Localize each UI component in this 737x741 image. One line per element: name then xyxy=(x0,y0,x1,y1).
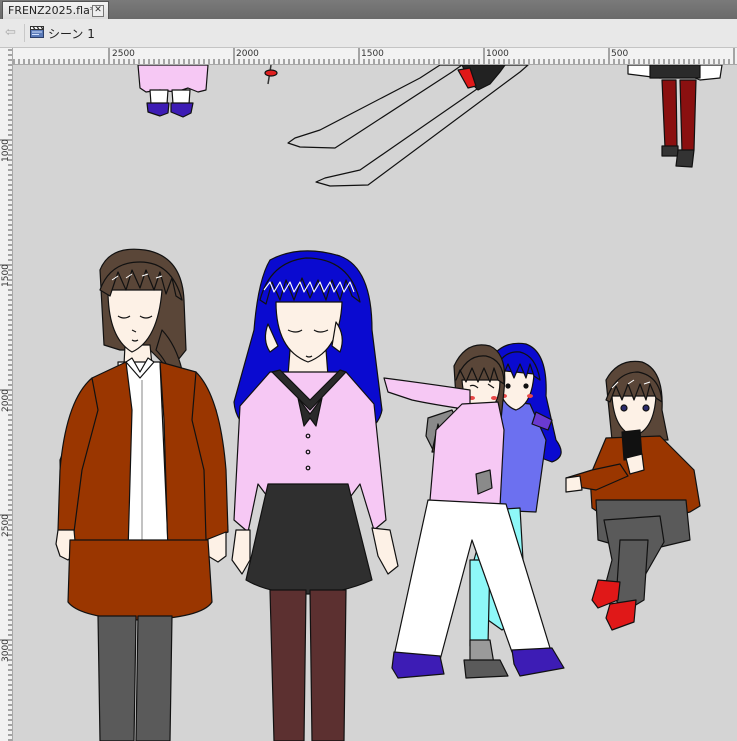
arrow-left-icon[interactable]: ⇦ xyxy=(5,25,16,40)
ruler-label-2000: 2000 xyxy=(236,49,259,59)
ruler-label-1500: 1500 xyxy=(361,49,384,59)
skis xyxy=(287,65,529,187)
document-tab-label: FRENZ2025.fla* xyxy=(8,4,96,17)
ruler-label-v2500: 2500 xyxy=(1,514,11,537)
ruler-label-1000: 1000 xyxy=(486,49,509,59)
scene-navigation-bar: ⇦ シーン 1 xyxy=(0,19,737,48)
close-icon[interactable]: ✕ xyxy=(92,5,104,17)
two-girls-hugging xyxy=(383,342,565,679)
toolbar-divider xyxy=(24,24,25,42)
horizontal-ruler[interactable]: 2500 2000 1500 1000 500 xyxy=(12,48,737,65)
document-tab-bar: FRENZ2025.fla* ✕ xyxy=(0,0,737,19)
stage-artwork xyxy=(55,65,723,741)
ruler-label-v1000: 1000 xyxy=(1,139,11,162)
clapperboard-icon xyxy=(30,26,44,38)
girl-sitting-with-phone xyxy=(565,360,701,631)
document-tab[interactable]: FRENZ2025.fla* ✕ xyxy=(2,1,109,19)
stage-canvas[interactable] xyxy=(13,65,737,741)
vertical-ruler[interactable]: 1000 1500 2000 2500 3000 xyxy=(0,48,13,741)
partial-figure-pink-legs xyxy=(137,65,209,118)
ruler-label-v2000: 2000 xyxy=(1,389,11,412)
woman-brown-jacket xyxy=(55,248,229,741)
ruler-label-v1500: 1500 xyxy=(1,264,11,287)
partial-figure-red-boots xyxy=(627,65,723,168)
scene-label[interactable]: シーン 1 xyxy=(48,25,95,42)
ruler-label-500: 500 xyxy=(611,49,629,59)
partial-figure-red-pin xyxy=(264,65,278,85)
ruler-label-2500: 2500 xyxy=(112,49,135,59)
woman-blue-hair xyxy=(231,250,399,741)
ruler-label-v3000: 3000 xyxy=(1,639,11,662)
